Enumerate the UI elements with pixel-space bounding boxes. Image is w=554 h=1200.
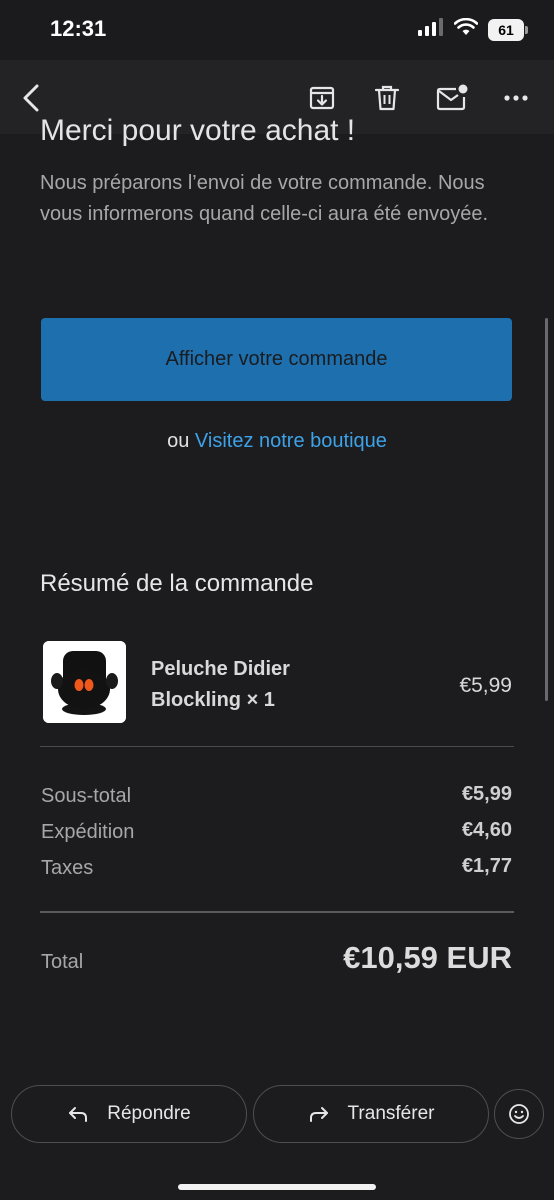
email-intro: Nous préparons l’envoi de votre commande… (40, 172, 489, 225)
status-icons: 61 (418, 17, 528, 41)
alt-prefix: ou (167, 430, 190, 452)
total-value: €10,59 EUR (343, 940, 512, 975)
archive-icon (309, 86, 335, 110)
back-button[interactable] (12, 78, 52, 118)
subtotal-label: Sous-total (41, 785, 132, 807)
emoji-icon (509, 1104, 529, 1124)
delete-button[interactable] (367, 78, 407, 118)
more-icon (504, 95, 528, 101)
cellular-signal-icon (418, 18, 444, 41)
reply-icon (69, 1107, 88, 1122)
shipping-value: €4,60 (461, 819, 512, 841)
taxes-label: Taxes (41, 857, 94, 879)
product-name: Peluche Didier Blockling × 1 (151, 658, 290, 711)
divider (40, 911, 514, 913)
reply-button[interactable]: Répondre (11, 1085, 247, 1143)
email-headline: Merci pour votre achat ! (40, 114, 356, 147)
subtotal-value: €5,99 (461, 783, 512, 805)
wifi-icon (453, 17, 479, 41)
archive-button[interactable] (302, 78, 342, 118)
alt-line: ou Visitez notre boutique (0, 430, 554, 453)
forward-icon (309, 1107, 328, 1122)
product-image (43, 641, 126, 723)
forward-button[interactable]: Transférer (253, 1085, 489, 1143)
back-chevron-icon (23, 84, 39, 112)
taxes-value: €1,77 (461, 855, 512, 877)
home-indicator (178, 1184, 376, 1190)
battery-icon: 61 (488, 18, 528, 41)
scrollbar[interactable] (545, 318, 548, 701)
status-time: 12:31 (50, 16, 107, 41)
bottom-action-bar: Répondre Transférer (0, 1058, 554, 1200)
divider (40, 746, 514, 747)
order-summary-title: Résumé de la commande (40, 570, 314, 597)
mark-unread-button[interactable] (432, 78, 472, 118)
reply-label: Répondre (107, 1103, 191, 1124)
status-bar: 12:31 61 (0, 0, 554, 60)
visit-store-link[interactable]: Visitez notre boutique (195, 430, 387, 452)
shipping-label: Expédition (41, 821, 135, 843)
battery-level: 61 (498, 21, 514, 38)
emoji-reaction-button[interactable] (494, 1089, 544, 1139)
total-label: Total (41, 951, 84, 973)
more-button[interactable] (496, 78, 536, 118)
product-price: €5,99 (459, 674, 512, 697)
mark-unread-icon (436, 84, 468, 111)
trash-icon (374, 85, 400, 111)
forward-label: Transférer (347, 1103, 435, 1124)
view-order-button[interactable]: Afficher votre commande (41, 318, 512, 401)
